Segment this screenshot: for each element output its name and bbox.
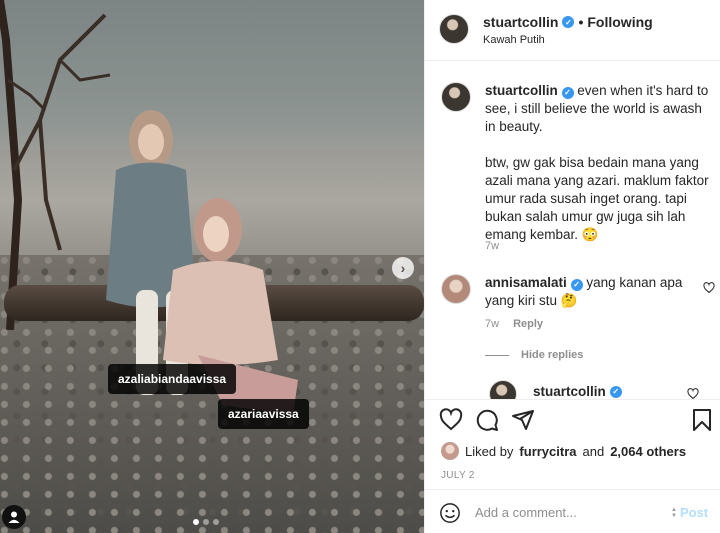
comment-text: annisamalati ✓ yang kanan apa yang kiri … xyxy=(485,274,685,310)
location-link[interactable]: Kawah Putih xyxy=(483,34,545,46)
carousel-dot xyxy=(203,519,209,525)
username-link[interactable]: stuartcollin xyxy=(485,83,558,98)
caption-text: stuartcollin ✓ even when it's hard to se… xyxy=(485,82,713,244)
comment-input[interactable] xyxy=(475,502,665,522)
share-icon[interactable] xyxy=(511,408,535,432)
carousel-indicator xyxy=(193,519,219,525)
heart-icon[interactable] xyxy=(439,408,463,432)
verified-badge-icon: ✓ xyxy=(609,385,622,398)
avatar[interactable] xyxy=(439,14,469,44)
tagged-users-button[interactable] xyxy=(2,505,26,529)
post-sidebar: stuartcollin ✓ • Following Kawah Putih s… xyxy=(424,0,720,533)
comment-timestamp[interactable]: 7w xyxy=(485,318,499,330)
like-reply-heart-icon[interactable] xyxy=(687,388,699,399)
next-photo-button[interactable]: › xyxy=(392,257,414,279)
liked-by-user-link[interactable]: furrycitra xyxy=(519,444,576,459)
avatar[interactable] xyxy=(489,380,517,399)
separator: • xyxy=(578,14,584,30)
username-link[interactable]: stuartcollin xyxy=(483,14,558,30)
verified-badge-icon: ✓ xyxy=(562,16,575,28)
comments-section[interactable]: stuartcollin ✓ even when it's hard to se… xyxy=(425,62,720,399)
person-icon xyxy=(8,511,20,523)
caption-timestamp[interactable]: 7w xyxy=(485,240,499,252)
smiley-icon[interactable] xyxy=(439,502,461,524)
scroll-arrows-icon: ▲ ▼ xyxy=(671,506,677,519)
carousel-dot xyxy=(213,519,219,525)
post-actions: Liked by furrycitra and 2,064 others JUL… xyxy=(425,399,720,489)
liked-by-prefix: Liked by xyxy=(465,443,514,459)
verified-badge-icon: ✓ xyxy=(570,279,583,291)
username-link[interactable]: annisamalati xyxy=(485,275,567,290)
post-button[interactable]: ▲ ▼ Post xyxy=(671,505,708,520)
reply-button[interactable]: Reply xyxy=(513,318,543,330)
comment-icon[interactable] xyxy=(475,408,499,432)
verified-badge-icon: ✓ xyxy=(561,87,574,99)
bookmark-icon[interactable] xyxy=(691,408,713,432)
user-tag[interactable]: azaliabiandaavissa xyxy=(108,364,237,394)
reply-user-line: stuartcollin ✓ xyxy=(533,384,622,399)
hide-replies-button[interactable]: Hide replies xyxy=(485,349,583,361)
following-button[interactable]: Following xyxy=(587,14,652,30)
post-date[interactable]: JULY 2 xyxy=(441,470,475,481)
avatar[interactable] xyxy=(441,274,471,304)
likes-count-link[interactable]: 2,064 others xyxy=(610,444,686,459)
add-comment-bar: ▲▼ Post xyxy=(425,489,720,533)
username-link[interactable]: stuartcollin xyxy=(533,384,606,399)
instagram-post-view: azaliabiandaavissa azariaavissa › stuart… xyxy=(0,0,720,533)
like-comment-heart-icon[interactable] xyxy=(703,282,715,294)
comment-meta: 7w Reply xyxy=(485,318,543,330)
likes-summary: Liked by furrycitra and 2,064 others xyxy=(441,442,686,460)
avatar[interactable] xyxy=(441,82,471,112)
post-photo[interactable]: azaliabiandaavissa azariaavissa › xyxy=(0,0,424,533)
post-label: Post xyxy=(679,505,709,520)
post-header: stuartcollin ✓ • Following Kawah Putih xyxy=(425,0,720,61)
divider xyxy=(485,354,509,356)
carousel-dot xyxy=(193,519,199,525)
header-user-line: stuartcollin ✓ • Following xyxy=(483,14,653,30)
hide-replies-label: Hide replies xyxy=(521,349,584,361)
user-tag[interactable]: azariaavissa xyxy=(218,399,309,429)
avatar[interactable] xyxy=(441,442,459,460)
chevron-right-icon: › xyxy=(400,260,406,276)
liked-by-and: and xyxy=(582,443,605,459)
action-icons xyxy=(439,408,535,432)
caption-line-2: btw, gw gak bisa bedain mana yang azali … xyxy=(485,155,709,242)
